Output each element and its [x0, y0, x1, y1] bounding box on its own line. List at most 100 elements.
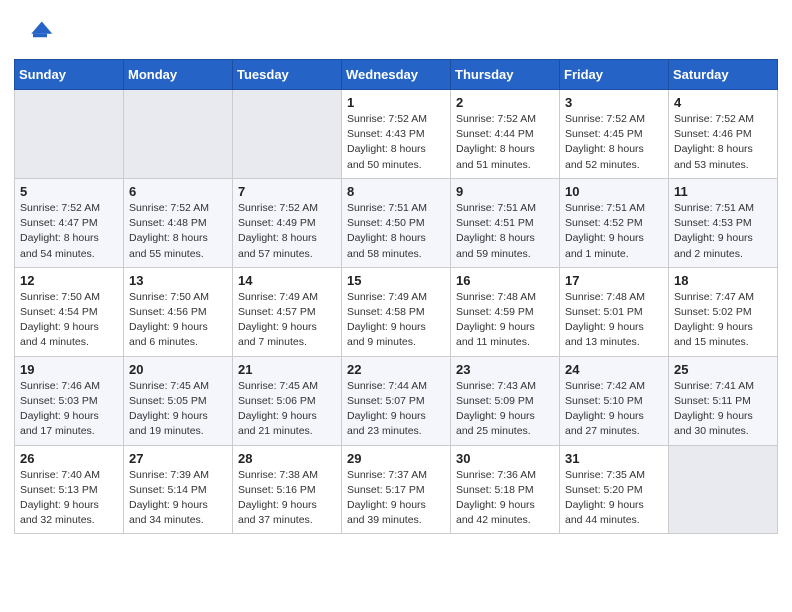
calendar-header: SundayMondayTuesdayWednesdayThursdayFrid…	[15, 60, 778, 90]
day-number: 17	[565, 273, 663, 288]
day-number: 24	[565, 362, 663, 377]
day-info: Sunrise: 7:49 AMSunset: 4:57 PMDaylight:…	[238, 290, 336, 351]
day-number: 25	[674, 362, 772, 377]
calendar-cell	[669, 445, 778, 534]
calendar-cell: 19 Sunrise: 7:46 AMSunset: 5:03 PMDayligh…	[15, 356, 124, 445]
day-number: 12	[20, 273, 118, 288]
day-of-week-sunday: Sunday	[15, 60, 124, 90]
calendar-cell: 4 Sunrise: 7:52 AMSunset: 4:46 PMDaylight…	[669, 90, 778, 179]
calendar-cell: 23 Sunrise: 7:43 AMSunset: 5:09 PMDayligh…	[451, 356, 560, 445]
day-of-week-wednesday: Wednesday	[342, 60, 451, 90]
day-info: Sunrise: 7:41 AMSunset: 5:11 PMDaylight:…	[674, 379, 772, 440]
day-number: 4	[674, 95, 772, 110]
logo	[24, 18, 54, 51]
calendar-cell: 29 Sunrise: 7:37 AMSunset: 5:17 PMDayligh…	[342, 445, 451, 534]
page: SundayMondayTuesdayWednesdayThursdayFrid…	[0, 0, 792, 612]
day-info: Sunrise: 7:52 AMSunset: 4:44 PMDaylight:…	[456, 112, 554, 173]
calendar-table: SundayMondayTuesdayWednesdayThursdayFrid…	[14, 59, 778, 534]
day-info: Sunrise: 7:50 AMSunset: 4:54 PMDaylight:…	[20, 290, 118, 351]
day-number: 28	[238, 451, 336, 466]
day-number: 13	[129, 273, 227, 288]
day-number: 22	[347, 362, 445, 377]
calendar-cell: 21 Sunrise: 7:45 AMSunset: 5:06 PMDayligh…	[233, 356, 342, 445]
day-of-week-monday: Monday	[124, 60, 233, 90]
day-info: Sunrise: 7:44 AMSunset: 5:07 PMDaylight:…	[347, 379, 445, 440]
calendar-cell: 3 Sunrise: 7:52 AMSunset: 4:45 PMDaylight…	[560, 90, 669, 179]
day-info: Sunrise: 7:45 AMSunset: 5:06 PMDaylight:…	[238, 379, 336, 440]
day-info: Sunrise: 7:42 AMSunset: 5:10 PMDaylight:…	[565, 379, 663, 440]
day-number: 1	[347, 95, 445, 110]
day-number: 26	[20, 451, 118, 466]
day-info: Sunrise: 7:45 AMSunset: 5:05 PMDaylight:…	[129, 379, 227, 440]
day-info: Sunrise: 7:48 AMSunset: 5:01 PMDaylight:…	[565, 290, 663, 351]
day-number: 23	[456, 362, 554, 377]
calendar-cell: 7Sunrise: 7:52 AMSunset: 4:49 PMDaylight…	[233, 178, 342, 267]
day-info: Sunrise: 7:52 AMSunset: 4:45 PMDaylight:…	[565, 112, 663, 173]
calendar-cell: 16 Sunrise: 7:48 AMSunset: 4:59 PMDayligh…	[451, 267, 560, 356]
day-of-week-tuesday: Tuesday	[233, 60, 342, 90]
calendar-cell	[15, 90, 124, 179]
day-number: 29	[347, 451, 445, 466]
day-info: Sunrise: 7:46 AMSunset: 5:03 PMDaylight:…	[20, 379, 118, 440]
calendar-cell: 8Sunrise: 7:51 AMSunset: 4:50 PMDaylight…	[342, 178, 451, 267]
calendar-cell: 17 Sunrise: 7:48 AMSunset: 5:01 PMDayligh…	[560, 267, 669, 356]
day-of-week-thursday: Thursday	[451, 60, 560, 90]
calendar-cell: 5Sunrise: 7:52 AMSunset: 4:47 PMDaylight…	[15, 178, 124, 267]
calendar-cell: 25 Sunrise: 7:41 AMSunset: 5:11 PMDayligh…	[669, 356, 778, 445]
day-number: 3	[565, 95, 663, 110]
day-number: 11	[674, 184, 772, 199]
day-number: 21	[238, 362, 336, 377]
week-row-3: 12 Sunrise: 7:50 AMSunset: 4:54 PMDayligh…	[15, 267, 778, 356]
calendar-cell: 26Sunrise: 7:40 AMSunset: 5:13 PMDayligh…	[15, 445, 124, 534]
day-info: Sunrise: 7:39 AMSunset: 5:14 PMDaylight:…	[129, 468, 227, 529]
day-info: Sunrise: 7:50 AMSunset: 4:56 PMDaylight:…	[129, 290, 227, 351]
calendar-cell: 30 Sunrise: 7:36 AMSunset: 5:18 PMDayligh…	[451, 445, 560, 534]
calendar-cell: 11 Sunrise: 7:51 AMSunset: 4:53 PMDayligh…	[669, 178, 778, 267]
calendar-cell	[233, 90, 342, 179]
day-info: Sunrise: 7:43 AMSunset: 5:09 PMDaylight:…	[456, 379, 554, 440]
day-number: 2	[456, 95, 554, 110]
day-info: Sunrise: 7:35 AMSunset: 5:20 PMDaylight:…	[565, 468, 663, 529]
calendar-cell: 9 Sunrise: 7:51 AMSunset: 4:51 PMDaylight…	[451, 178, 560, 267]
calendar-cell: 13 Sunrise: 7:50 AMSunset: 4:56 PMDayligh…	[124, 267, 233, 356]
day-info: Sunrise: 7:36 AMSunset: 5:18 PMDaylight:…	[456, 468, 554, 529]
day-info: Sunrise: 7:51 AMSunset: 4:51 PMDaylight:…	[456, 201, 554, 262]
day-info: Sunrise: 7:37 AMSunset: 5:17 PMDaylight:…	[347, 468, 445, 529]
calendar-cell: 1Sunrise: 7:52 AMSunset: 4:43 PMDaylight…	[342, 90, 451, 179]
day-info: Sunrise: 7:51 AMSunset: 4:53 PMDaylight:…	[674, 201, 772, 262]
calendar-cell: 22 Sunrise: 7:44 AMSunset: 5:07 PMDayligh…	[342, 356, 451, 445]
day-number: 27	[129, 451, 227, 466]
day-number: 6	[129, 184, 227, 199]
day-number: 9	[456, 184, 554, 199]
day-info: Sunrise: 7:52 AMSunset: 4:47 PMDaylight:…	[20, 201, 118, 262]
day-number: 15	[347, 273, 445, 288]
calendar-cell: 27 Sunrise: 7:39 AMSunset: 5:14 PMDayligh…	[124, 445, 233, 534]
calendar-cell: 6 Sunrise: 7:52 AMSunset: 4:48 PMDaylight…	[124, 178, 233, 267]
day-of-week-saturday: Saturday	[669, 60, 778, 90]
day-info: Sunrise: 7:52 AMSunset: 4:46 PMDaylight:…	[674, 112, 772, 173]
calendar-cell: 28 Sunrise: 7:38 AMSunset: 5:16 PMDayligh…	[233, 445, 342, 534]
day-number: 10	[565, 184, 663, 199]
day-number: 7	[238, 184, 336, 199]
calendar-cell: 12 Sunrise: 7:50 AMSunset: 4:54 PMDayligh…	[15, 267, 124, 356]
week-row-4: 19 Sunrise: 7:46 AMSunset: 5:03 PMDayligh…	[15, 356, 778, 445]
week-row-2: 5Sunrise: 7:52 AMSunset: 4:47 PMDaylight…	[15, 178, 778, 267]
day-info: Sunrise: 7:52 AMSunset: 4:48 PMDaylight:…	[129, 201, 227, 262]
calendar-cell: 14Sunrise: 7:49 AMSunset: 4:57 PMDayligh…	[233, 267, 342, 356]
day-info: Sunrise: 7:48 AMSunset: 4:59 PMDaylight:…	[456, 290, 554, 351]
day-info: Sunrise: 7:38 AMSunset: 5:16 PMDaylight:…	[238, 468, 336, 529]
day-number: 16	[456, 273, 554, 288]
day-number: 30	[456, 451, 554, 466]
days-of-week-row: SundayMondayTuesdayWednesdayThursdayFrid…	[15, 60, 778, 90]
header	[0, 0, 792, 59]
day-of-week-friday: Friday	[560, 60, 669, 90]
week-row-5: 26Sunrise: 7:40 AMSunset: 5:13 PMDayligh…	[15, 445, 778, 534]
day-number: 19	[20, 362, 118, 377]
day-number: 31	[565, 451, 663, 466]
calendar: SundayMondayTuesdayWednesdayThursdayFrid…	[0, 59, 792, 612]
day-number: 8	[347, 184, 445, 199]
calendar-body: 1Sunrise: 7:52 AMSunset: 4:43 PMDaylight…	[15, 90, 778, 534]
calendar-cell: 20Sunrise: 7:45 AMSunset: 5:05 PMDayligh…	[124, 356, 233, 445]
calendar-cell: 24 Sunrise: 7:42 AMSunset: 5:10 PMDayligh…	[560, 356, 669, 445]
day-info: Sunrise: 7:49 AMSunset: 4:58 PMDaylight:…	[347, 290, 445, 351]
